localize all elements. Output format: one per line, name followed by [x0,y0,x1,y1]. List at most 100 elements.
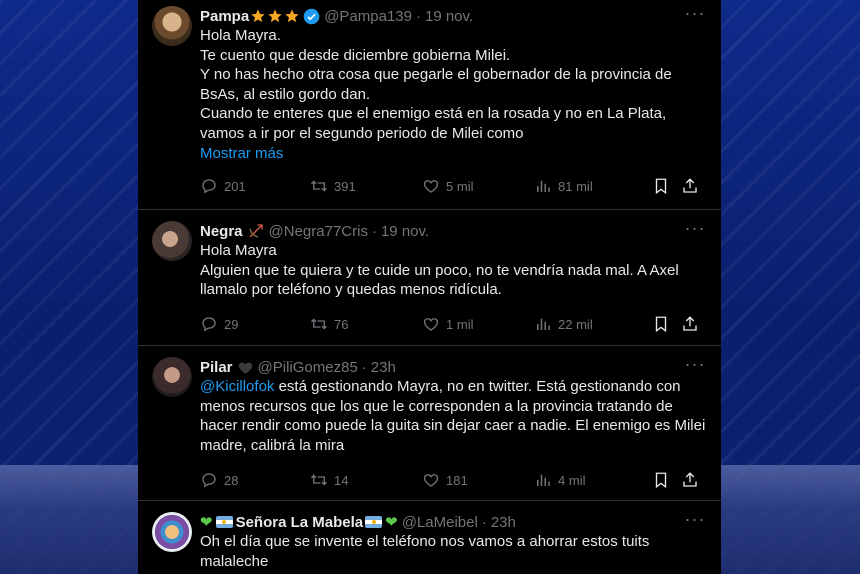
like-count: 5 mil [446,178,474,194]
author-handle[interactable]: @LaMeibel [402,514,478,531]
star-icon [251,9,265,23]
tweet-text: @Kicillofok está gestionando Mayra, no e… [200,377,707,455]
reply-button[interactable]: 201 [200,177,310,195]
repost-button[interactable]: 14 [310,471,422,489]
bookmark-icon [655,472,667,489]
repost-count: 76 [334,316,349,332]
views-icon [537,474,550,486]
reply-button[interactable]: 28 [200,471,310,489]
show-more-link[interactable]: Mostrar más [200,144,707,164]
tweet-time[interactable]: 19 nov. [425,8,473,25]
tweet-line: Alguien que te quiera y te cuide un poco… [200,261,679,299]
author-name[interactable]: Negra [200,223,243,240]
separator-dot: · [481,513,487,531]
bookmark-button[interactable] [652,177,681,195]
separator-dot: · [415,7,421,25]
tweet-pilar[interactable]: Pilar @PiliGomez85 · 23h ··· @Kicillofok… [138,345,721,501]
views-button[interactable]: 4 mil [534,471,652,489]
bow-arrow-icon [248,224,263,238]
like-count: 1 mil [446,316,474,332]
more-icon[interactable]: ··· [683,510,707,532]
star-icon [268,9,282,23]
share-icon [683,472,698,487]
tweet-line: @Kicillofok está gestionando Mayra, no e… [200,377,707,455]
tweet-text: Oh el día que se invente el teléfono nos… [200,532,707,571]
more-icon[interactable]: ··· [683,355,707,377]
views-button[interactable]: 81 mil [534,177,652,195]
author-handle[interactable]: @Negra77Cris [269,223,368,240]
black-heart-icon [238,362,252,374]
tweet-body: está gestionando Mayra, no en twitter. E… [200,378,706,454]
reply-button[interactable]: 29 [200,315,310,333]
tweet-mabela[interactable]: ❤ Señora La Mabela ❤ @LaMeibel · 23h ···… [138,500,721,574]
reply-icon [202,179,216,194]
tweet-line: Hola Mayra [200,242,277,259]
more-icon[interactable]: ··· [683,4,707,26]
verified-badge-icon [303,8,320,24]
repost-count: 391 [334,178,356,194]
argentina-flag-icon [365,516,383,528]
repost-count: 14 [334,472,349,488]
views-count: 22 mil [558,316,593,332]
tweet-pampa[interactable]: Pampa @Pampa139 · 19 nov. ··· Hola Mayra… [138,0,721,210]
like-button[interactable]: 1 mil [422,315,534,333]
tweet-line: Y no has hecho otra cosa que pegarle el … [200,66,672,103]
tweet-text: Hola Mayra Alguien que te quiera y te cu… [200,241,707,300]
like-button[interactable]: 181 [422,471,534,489]
like-count: 181 [446,472,468,488]
reply-count: 201 [224,178,246,194]
tweet-line: Cuando te enteres que el enemigo está en… [200,105,667,142]
star-icon [285,9,299,23]
author-name[interactable]: Pilar [200,359,233,376]
tweet-line: Hola Mayra. [200,27,281,44]
views-count: 4 mil [558,472,586,488]
reply-icon [202,473,216,488]
avatar[interactable] [152,221,192,261]
tweet-text: Hola Mayra. Te cuento que desde diciembr… [200,26,707,163]
author-name[interactable]: Señora La Mabela [236,514,364,531]
views-icon [537,180,550,192]
avatar[interactable] [152,357,192,397]
views-button[interactable]: 22 mil [534,315,652,333]
author-handle[interactable]: @PiliGomez85 [258,359,358,376]
tweet-line: Te cuento que desde diciembre gobierna M… [200,46,511,64]
bookmark-icon [655,178,667,195]
green-heart-icon: ❤ [200,514,213,531]
heart-icon [423,180,439,193]
share-icon [683,316,698,331]
repost-icon [311,180,328,192]
green-heart-icon: ❤ [385,514,398,531]
share-icon [683,178,698,193]
repost-button[interactable]: 391 [310,177,422,195]
avatar[interactable] [152,6,192,46]
reply-count: 28 [224,472,239,488]
tweet-negra[interactable]: Negra @Negra77Cris · 19 nov. ··· Hola Ma… [138,209,721,346]
share-button[interactable] [681,471,705,489]
more-icon[interactable]: ··· [683,219,707,241]
separator-dot: · [361,358,367,376]
views-count: 81 mil [558,178,593,194]
reply-count: 29 [224,316,239,332]
heart-icon [423,474,439,487]
bookmark-button[interactable] [652,315,681,333]
like-button[interactable]: 5 mil [422,177,534,195]
author-name[interactable]: Pampa [200,8,249,25]
argentina-flag-icon [215,516,233,528]
bookmark-button[interactable] [652,471,681,489]
reply-icon [202,317,216,332]
author-handle[interactable]: @Pampa139 [324,8,412,25]
repost-button[interactable]: 76 [310,315,422,333]
mention-link[interactable]: @Kicillofok [200,378,274,395]
share-button[interactable] [681,315,705,333]
repost-icon [311,318,328,330]
separator-dot: · [371,222,377,240]
views-icon [537,318,550,330]
tweet-line: Oh el día que se invente el teléfono nos… [200,533,650,570]
tweet-feed: Pampa @Pampa139 · 19 nov. ··· Hola Mayra… [138,0,721,574]
share-button[interactable] [681,177,705,195]
repost-icon [311,474,328,486]
tweet-time[interactable]: 23h [371,359,396,376]
tweet-time[interactable]: 19 nov. [381,223,429,240]
tweet-time[interactable]: 23h [491,514,516,531]
avatar[interactable] [152,512,192,552]
